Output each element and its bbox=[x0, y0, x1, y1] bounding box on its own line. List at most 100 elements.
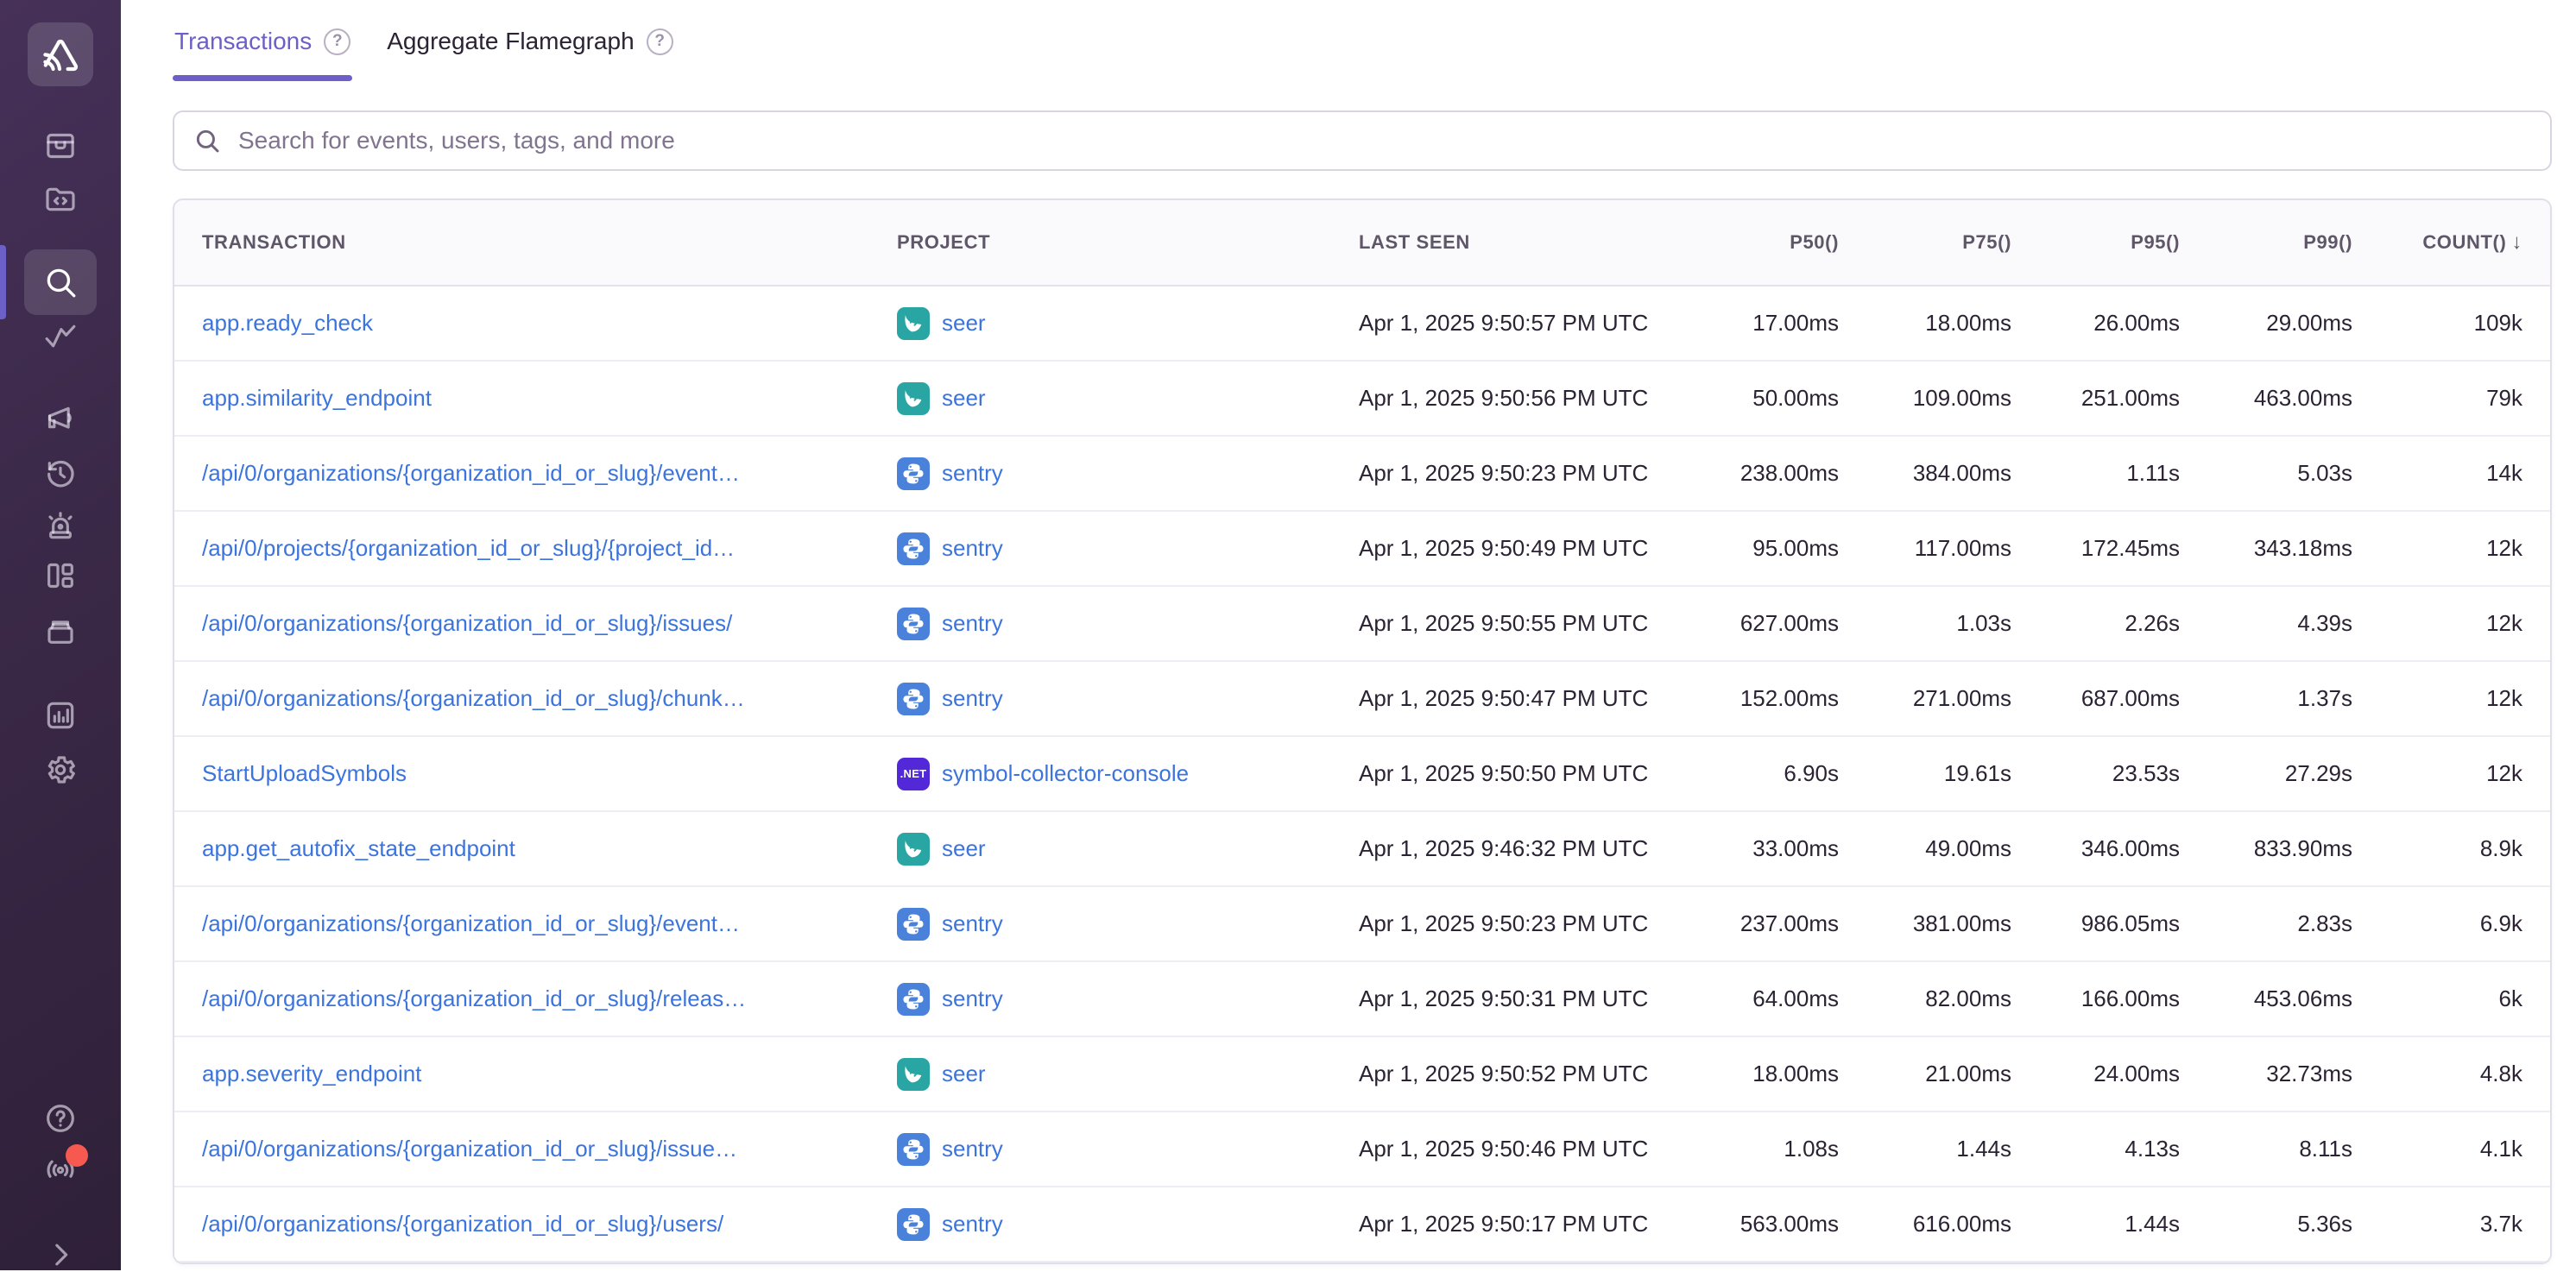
tab-aggregate-flamegraph[interactable]: Aggregate Flamegraph ? bbox=[385, 21, 674, 81]
project-link[interactable]: sentry bbox=[942, 1211, 1003, 1237]
p99-cell: 5.03s bbox=[2207, 460, 2380, 487]
transactions-help-icon[interactable]: ? bbox=[324, 28, 350, 55]
p99-cell: 833.90ms bbox=[2207, 835, 2380, 862]
search-bar bbox=[173, 110, 2552, 171]
python-platform-icon bbox=[900, 536, 926, 562]
sidebar-item-feedback[interactable] bbox=[43, 401, 78, 436]
p50-cell: 17.00ms bbox=[1702, 310, 1866, 337]
transaction-link[interactable]: /api/0/organizations/{organization_id_or… bbox=[202, 1211, 723, 1237]
transaction-link[interactable]: app.get_autofix_state_endpoint bbox=[202, 835, 515, 861]
table-header-row: Transaction Project Last Seen P50() P75(… bbox=[174, 200, 2550, 287]
project-link[interactable]: sentry bbox=[942, 610, 1003, 637]
column-header-project[interactable]: Project bbox=[869, 231, 1331, 254]
column-header-p50[interactable]: P50() bbox=[1702, 231, 1866, 254]
transaction-link[interactable]: /api/0/organizations/{organization_id_or… bbox=[202, 610, 732, 636]
p50-cell: 152.00ms bbox=[1702, 685, 1866, 712]
project-link[interactable]: sentry bbox=[942, 1136, 1003, 1162]
count-cell: 12k bbox=[2380, 610, 2550, 637]
transaction-link[interactable]: /api/0/organizations/{organization_id_or… bbox=[202, 910, 740, 936]
project-link[interactable]: sentry bbox=[942, 685, 1003, 712]
column-header-last-seen[interactable]: Last Seen bbox=[1331, 231, 1702, 254]
table-row: StartUploadSymbols .NET symbol-collector… bbox=[174, 737, 2550, 812]
p99-cell: 32.73ms bbox=[2207, 1061, 2380, 1087]
p99-cell: 27.29s bbox=[2207, 760, 2380, 787]
tab-transactions[interactable]: Transactions ? bbox=[173, 21, 352, 81]
project-platform-icon: .NET bbox=[897, 1058, 930, 1091]
sidebar-item-help[interactable] bbox=[43, 1101, 78, 1136]
archive-box-icon bbox=[43, 615, 78, 650]
table-row: /api/0/organizations/{organization_id_or… bbox=[174, 1187, 2550, 1263]
count-cell: 4.8k bbox=[2380, 1061, 2550, 1087]
tab-aggregate-flamegraph-label: Aggregate Flamegraph bbox=[387, 28, 634, 55]
transaction-link[interactable]: /api/0/organizations/{organization_id_or… bbox=[202, 1136, 737, 1162]
sidebar-item-explore[interactable] bbox=[24, 249, 97, 315]
p50-cell: 563.00ms bbox=[1702, 1211, 1866, 1237]
sidebar-item-alerts[interactable] bbox=[43, 509, 78, 544]
project-platform-icon: .NET bbox=[897, 833, 930, 866]
p75-cell: 616.00ms bbox=[1866, 1211, 2039, 1237]
p95-cell: 24.00ms bbox=[2039, 1061, 2207, 1087]
p75-cell: 82.00ms bbox=[1866, 985, 2039, 1012]
project-platform-icon: .NET bbox=[897, 307, 930, 340]
p95-cell: 23.53s bbox=[2039, 760, 2207, 787]
column-header-count[interactable]: Count()↓ bbox=[2380, 230, 2550, 255]
sidebar-item-home[interactable] bbox=[28, 22, 93, 86]
sidebar-item-settings[interactable] bbox=[43, 752, 78, 787]
column-header-transaction[interactable]: Transaction bbox=[174, 231, 869, 254]
p75-cell: 1.03s bbox=[1866, 610, 2039, 637]
p95-cell: 687.00ms bbox=[2039, 685, 2207, 712]
p95-cell: 2.26s bbox=[2039, 610, 2207, 637]
p95-cell: 251.00ms bbox=[2039, 385, 2207, 412]
transaction-link[interactable]: StartUploadSymbols bbox=[202, 760, 407, 786]
p95-cell: 26.00ms bbox=[2039, 310, 2207, 337]
project-link[interactable]: seer bbox=[942, 835, 986, 862]
column-header-p75[interactable]: P75() bbox=[1866, 231, 2039, 254]
transaction-link[interactable]: /api/0/organizations/{organization_id_or… bbox=[202, 685, 745, 711]
python-platform-icon bbox=[900, 611, 926, 637]
main-content: Transactions ? Aggregate Flamegraph ? Tr… bbox=[121, 0, 2576, 1270]
sidebar-item-releases[interactable] bbox=[43, 615, 78, 650]
dashboard-layout-icon bbox=[43, 558, 78, 593]
p50-cell: 33.00ms bbox=[1702, 835, 1866, 862]
column-header-p95[interactable]: P95() bbox=[2039, 231, 2207, 254]
project-link[interactable]: seer bbox=[942, 310, 986, 337]
p99-cell: 2.83s bbox=[2207, 910, 2380, 937]
p99-cell: 463.00ms bbox=[2207, 385, 2380, 412]
aggregate-flamegraph-help-icon[interactable]: ? bbox=[647, 28, 673, 55]
sidebar-item-issues[interactable] bbox=[43, 129, 78, 163]
sidebar-item-projects[interactable] bbox=[43, 182, 78, 217]
p50-cell: 95.00ms bbox=[1702, 535, 1866, 562]
project-link[interactable]: sentry bbox=[942, 910, 1003, 937]
transaction-link[interactable]: app.similarity_endpoint bbox=[202, 385, 432, 411]
python-platform-icon bbox=[900, 1137, 926, 1162]
table-row: /api/0/organizations/{organization_id_or… bbox=[174, 887, 2550, 962]
transaction-link[interactable]: /api/0/organizations/{organization_id_or… bbox=[202, 985, 746, 1011]
last-seen-cell: Apr 1, 2025 9:50:47 PM UTC bbox=[1331, 685, 1702, 712]
p75-cell: 384.00ms bbox=[1866, 460, 2039, 487]
column-header-p99[interactable]: P99() bbox=[2207, 231, 2380, 254]
last-seen-cell: Apr 1, 2025 9:50:46 PM UTC bbox=[1331, 1136, 1702, 1162]
transaction-link[interactable]: app.severity_endpoint bbox=[202, 1061, 421, 1086]
table-row: /api/0/organizations/{organization_id_or… bbox=[174, 662, 2550, 737]
transaction-link[interactable]: app.ready_check bbox=[202, 310, 373, 336]
seer-platform-icon bbox=[900, 311, 926, 337]
sidebar-expand-button[interactable] bbox=[43, 1237, 78, 1272]
sidebar-item-replays[interactable] bbox=[43, 456, 78, 490]
project-link[interactable]: sentry bbox=[942, 535, 1003, 562]
project-link[interactable]: sentry bbox=[942, 985, 1003, 1012]
transaction-link[interactable]: /api/0/organizations/{organization_id_or… bbox=[202, 460, 740, 486]
project-link[interactable]: seer bbox=[942, 1061, 986, 1087]
seer-platform-icon bbox=[900, 1061, 926, 1087]
project-link[interactable]: symbol-collector-console bbox=[942, 760, 1189, 787]
column-header-count-label: Count() bbox=[2422, 231, 2506, 253]
transaction-link[interactable]: /api/0/projects/{organization_id_or_slug… bbox=[202, 535, 735, 561]
search-input[interactable] bbox=[173, 110, 2552, 171]
python-platform-icon bbox=[900, 911, 926, 937]
p50-cell: 627.00ms bbox=[1702, 610, 1866, 637]
sidebar-item-stats[interactable] bbox=[43, 698, 78, 733]
sidebar-item-traces[interactable] bbox=[43, 319, 78, 354]
project-link[interactable]: sentry bbox=[942, 460, 1003, 487]
stats-chart-icon bbox=[43, 698, 78, 733]
project-link[interactable]: seer bbox=[942, 385, 986, 412]
sidebar-item-dashboards[interactable] bbox=[43, 558, 78, 593]
